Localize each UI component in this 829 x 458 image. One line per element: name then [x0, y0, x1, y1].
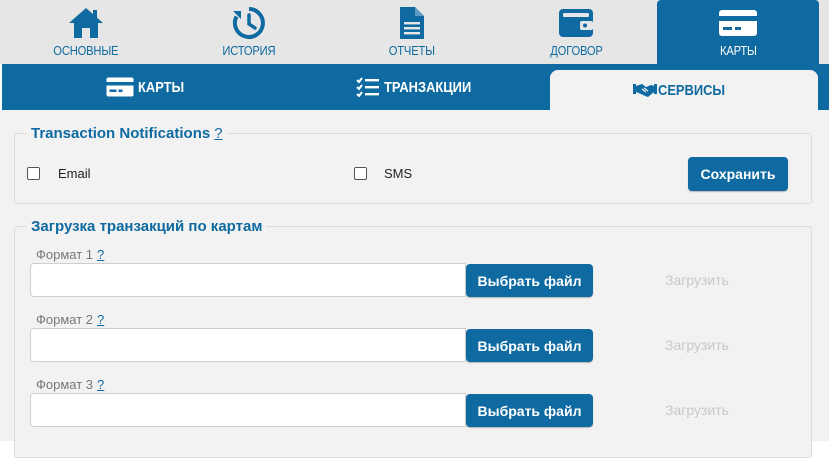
handshake-icon [632, 82, 657, 98]
tab-transactions[interactable]: ТРАНЗАКЦИИ [356, 64, 476, 110]
nav-item-contract[interactable]: ДОГОВОР [536, 0, 616, 64]
upload-section: Загрузка транзакций по картам Формат 1? … [14, 218, 812, 458]
format-1-choose-file-button[interactable]: Выбрать файл [466, 264, 593, 297]
sms-label: SMS [384, 166, 413, 181]
nav-item-main[interactable]: ОСНОВНЫЕ [42, 0, 130, 64]
sms-checkbox[interactable] [354, 167, 367, 180]
nav-item-cards[interactable]: КАРТЫ [657, 0, 819, 64]
format-3-label: Формат 3? [36, 377, 105, 392]
tab-label: ТРАНЗАКЦИИ [384, 78, 472, 96]
nav-item-label: ДОГОВОР [549, 43, 603, 58]
home-icon [67, 6, 105, 40]
notifications-help-link[interactable]: ? [214, 125, 222, 142]
checklist-icon [356, 77, 380, 97]
document-icon [399, 6, 425, 40]
history-icon [232, 6, 266, 40]
nav-item-label: ИСТОРИЯ [222, 43, 276, 58]
wallet-icon [558, 6, 594, 40]
notifications-title: Transaction Notifications? [27, 125, 227, 142]
format-2-choose-file-button[interactable]: Выбрать файл [466, 329, 593, 362]
upload-title: Загрузка транзакций по картам [27, 218, 267, 235]
nav-item-label: ОТЧЕТЫ [388, 43, 436, 58]
format-3-help-link[interactable]: ? [97, 377, 104, 392]
services-content: Transaction Notifications? Email SMS Сох… [0, 110, 829, 458]
credit-card-icon [106, 77, 134, 97]
tab-cards[interactable]: КАРТЫ [106, 64, 186, 110]
format-3-file-input[interactable] [30, 393, 466, 427]
email-label: Email [58, 166, 91, 181]
tab-label: СЕРВИСЫ [657, 81, 725, 99]
save-button[interactable]: Сохранить [688, 157, 788, 191]
top-navigation: ОСНОВНЫЕ ИСТОРИЯ ОТЧЕТЫ ДОГОВОР КАРТЫ [0, 0, 829, 64]
format-2-label: Формат 2? [36, 312, 105, 327]
sub-navigation: КАРТЫ ТРАНЗАКЦИИ СЕРВИСЫ [2, 64, 829, 110]
format-1-file-input[interactable] [30, 263, 466, 297]
format-2-upload-button[interactable]: Загрузить [665, 337, 729, 353]
format-1-upload-button[interactable]: Загрузить [665, 272, 729, 288]
format-2-help-link[interactable]: ? [97, 312, 104, 327]
nav-item-history[interactable]: ИСТОРИЯ [206, 0, 292, 64]
nav-item-label: КАРТЫ [719, 43, 757, 58]
format-2-file-input[interactable] [30, 328, 466, 362]
nav-item-reports[interactable]: ОТЧЕТЫ [374, 0, 450, 64]
notifications-section: Transaction Notifications? Email SMS Сох… [14, 125, 812, 204]
credit-card-icon [718, 6, 758, 40]
tab-label: КАРТЫ [138, 78, 185, 96]
nav-item-label: ОСНОВНЫЕ [53, 43, 119, 58]
format-3-upload-button[interactable]: Загрузить [665, 402, 729, 418]
tab-services[interactable]: СЕРВИСЫ [550, 70, 818, 110]
format-3-choose-file-button[interactable]: Выбрать файл [466, 394, 593, 427]
format-1-label: Формат 1? [36, 247, 105, 262]
format-1-help-link[interactable]: ? [97, 247, 104, 262]
email-checkbox[interactable] [27, 167, 40, 180]
